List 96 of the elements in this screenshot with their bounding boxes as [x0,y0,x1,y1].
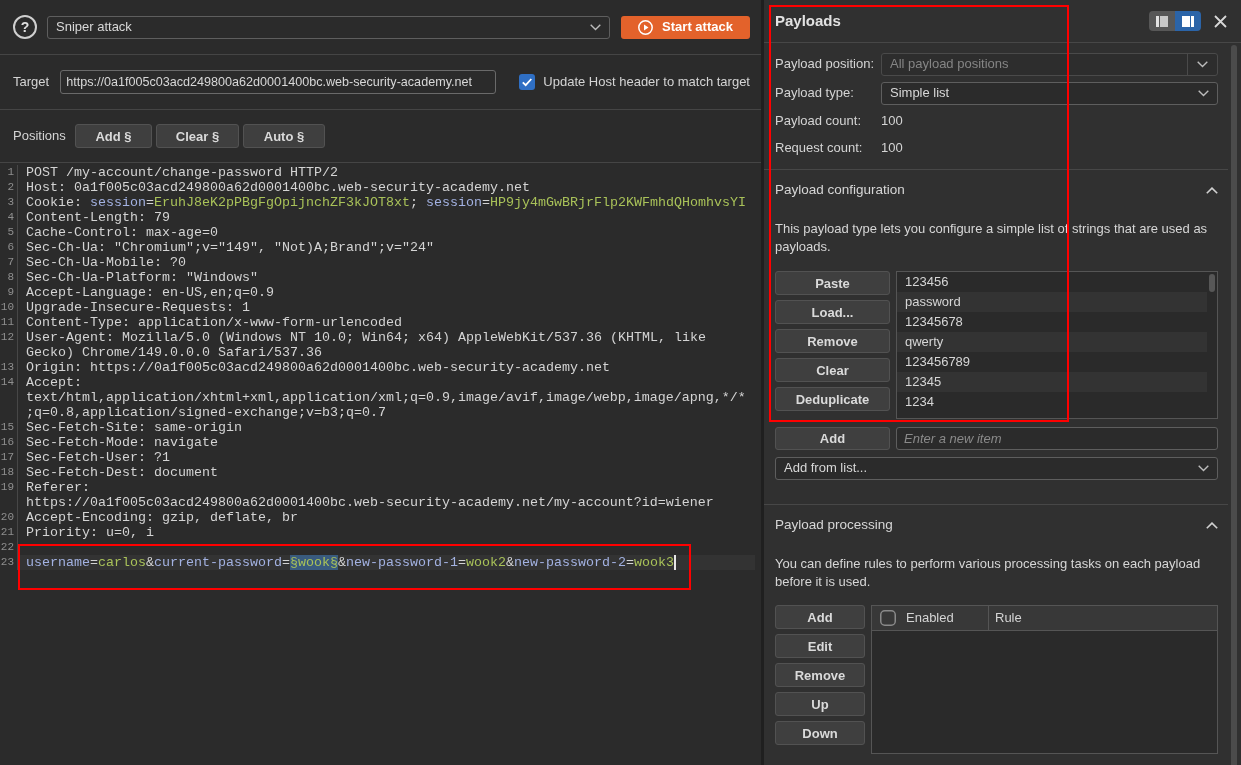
help-button[interactable]: ? [13,15,37,39]
column-header: Enabled [906,609,954,627]
line-number: 10 [0,300,18,315]
chevron-down-icon [590,23,601,31]
line-number: 5 [0,225,18,240]
line-number: 14 [0,375,18,420]
line-number: 2 [0,180,18,195]
line-number: 11 [0,315,18,330]
line-number: 20 [0,510,18,525]
code-line: Cache-Control: max-age=0 [26,225,218,240]
rule-action-button[interactable]: Add [775,605,865,629]
code-line: Origin: https://0a1f005c03acd249800a62d0001400bc.web-security-academy.net [26,360,610,375]
payload-type-dropdown[interactable]: Simple list [881,82,1218,105]
code-line: Cookie: session=EruhJ8eK2pPBgFgOpijnchZF3kJOT8xt; session=HP9jy4mGwBRjrFlp2KWFmhdQHomhvsYI [26,195,746,210]
chevron-down-icon [1197,61,1208,68]
play-circle-icon [638,19,654,35]
list-action-button[interactable]: Remove [775,329,890,353]
line-number: 13 [0,360,18,375]
code-line: Sec-Ch-Ua: "Chromium";v="149", "Not)A;Brand";v="24" [26,240,434,255]
line-number: 4 [0,210,18,225]
code-line: Content-Type: application/x-www-form-urlencoded [26,315,402,330]
line-number: 17 [0,450,18,465]
list-item[interactable]: password [897,292,1207,312]
section-description: You can define rules to perform various processing tasks on each payload before it is used. [775,555,1202,591]
position-button[interactable]: Auto § [243,124,325,148]
line-number: 19 [0,480,18,510]
code-line: Sec-Ch-Ua-Mobile: ?0 [26,255,186,270]
field-label: Payload type: [775,85,855,102]
line-number: 16 [0,435,18,450]
list-action-button[interactable]: Paste [775,271,890,295]
count-value: 100 [881,140,903,157]
add-item-button[interactable]: Add [775,427,890,450]
field-label: Payload position: [775,56,875,73]
code-line: Sec-Fetch-Dest: document [26,465,218,480]
add-from-list-dropdown[interactable]: Add from list... [775,457,1218,480]
code-line: Accept-Language: en-US,en;q=0.9 [26,285,274,300]
code-line: Content-Length: 79 [26,210,170,225]
line-number: 18 [0,465,18,480]
code-line: Sec-Ch-Ua-Platform: "Windows" [26,270,258,285]
code-line: Host: 0a1f005c03acd249800a62d0001400bc.web-security-academy.net [26,180,530,195]
chevron-up-icon[interactable] [1206,521,1218,529]
line-number: 1 [0,165,18,180]
layout-toggle-button[interactable] [1149,11,1175,31]
section-title: Payload processing [775,516,893,534]
checkbox-label: Update Host header to match target [543,73,750,91]
chevron-down-icon [1198,465,1209,472]
panel-layout-icon [1156,15,1168,27]
checkbox[interactable] [519,74,536,90]
list-action-button[interactable]: Clear [775,358,890,382]
text-cursor [673,555,676,570]
field-label: Payload count: [775,113,861,130]
column-header: Rule [995,609,1022,627]
panel-layout-icon [1182,15,1194,27]
rule-action-button[interactable]: Remove [775,663,865,687]
code-line: Sec-Fetch-Mode: navigate [26,435,218,450]
section-title: Payload configuration [775,181,905,199]
line-number: 12 [0,330,18,360]
rule-action-button[interactable]: Up [775,692,865,716]
code-line: Priority: u=0, i [26,525,154,540]
code-line: Sec-Fetch-Site: same-origin [26,420,242,435]
count-value: 100 [881,113,903,130]
line-number: 23 [0,555,18,570]
panel-title: Payloads [775,11,841,31]
rule-action-button[interactable]: Down [775,721,865,745]
field-label: Request count: [775,140,863,157]
section-label: Positions [13,127,67,145]
rule-action-button[interactable]: Edit [775,634,865,658]
line-number: 9 [0,285,18,300]
line-number: 22 [0,540,18,555]
scrollbar-thumb[interactable] [1209,274,1215,292]
layout-toggle-button[interactable] [1175,11,1201,31]
code-line: Accept-Encoding: gzip, deflate, br [26,510,298,525]
code-line: POST /my-account/change-password HTTP/2 [26,165,338,180]
chevron-up-icon[interactable] [1206,186,1218,194]
line-number: 21 [0,525,18,540]
code-line: Upgrade-Insecure-Requests: 1 [26,300,250,315]
position-button[interactable]: Add § [75,124,152,148]
code-line: Sec-Fetch-User: ?1 [26,450,170,465]
target-url-field[interactable]: https://0a1f005c03acd249800a62d0001400bc.web-security-academy.net [60,70,497,94]
line-number: 3 [0,195,18,210]
list-action-button[interactable]: Deduplicate [775,387,890,411]
list-item[interactable]: qwerty [897,332,1207,352]
chevron-down-icon [1198,90,1209,97]
close-icon[interactable] [1214,14,1227,28]
scrollbar-thumb[interactable] [1231,45,1237,765]
list-action-button[interactable]: Load... [775,300,890,324]
attack-type-dropdown[interactable]: Sniper attack [47,15,610,39]
line-number: 15 [0,420,18,435]
line-number: 6 [0,240,18,255]
checkbox[interactable] [880,610,896,626]
new-item-field[interactable]: Enter a new item [896,427,1218,450]
position-button[interactable]: Clear § [156,124,239,148]
field-label: Target [13,73,50,91]
line-number: 7 [0,255,18,270]
line-number: 8 [0,270,18,285]
list-item[interactable]: 12345 [897,372,1207,392]
